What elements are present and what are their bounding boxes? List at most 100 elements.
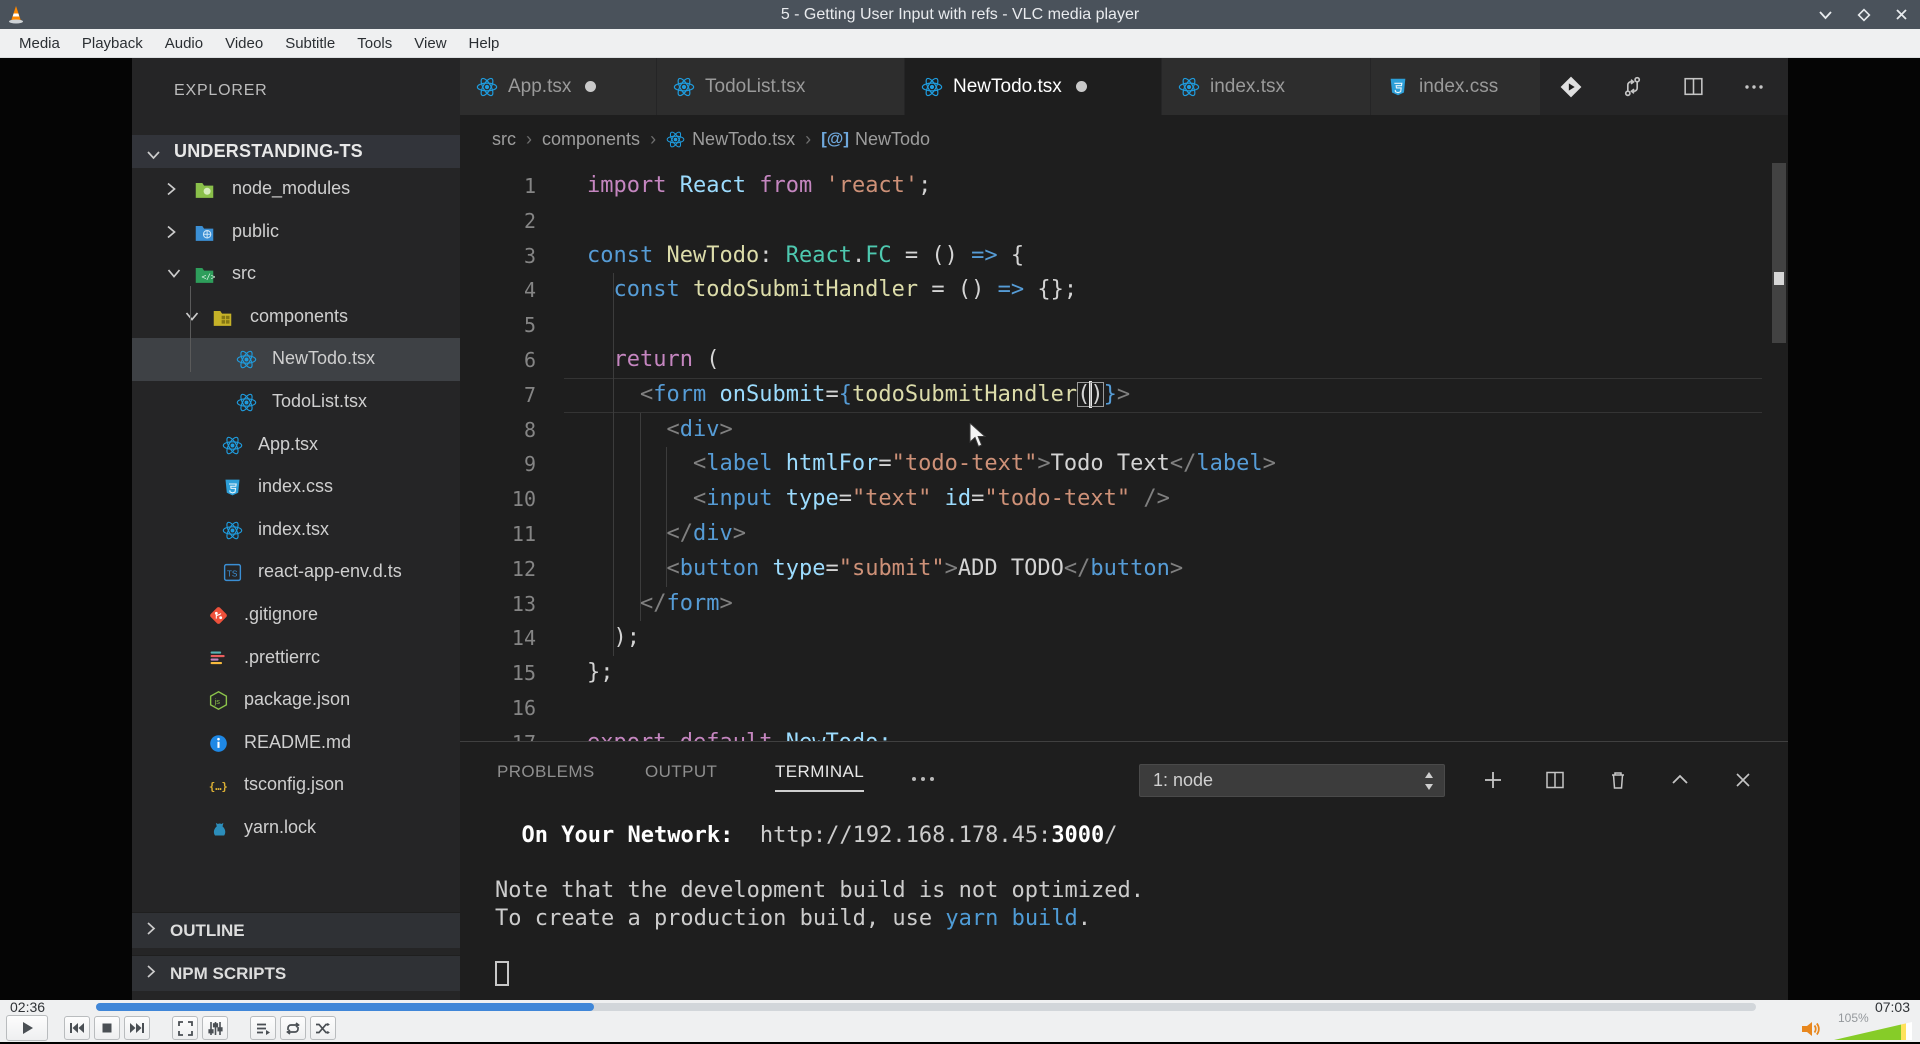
terminal-panel: PROBLEMS OUTPUT TERMINAL 1: node On Your N… bbox=[460, 741, 1788, 1000]
volume-slider[interactable]: 105% bbox=[1834, 1011, 1912, 1042]
tree-item-components[interactable]: components bbox=[132, 296, 460, 339]
tree-item--prettierrc[interactable]: .prettierrc bbox=[132, 637, 460, 680]
next-button[interactable] bbox=[124, 1016, 150, 1040]
more-actions-icon[interactable] bbox=[1742, 75, 1766, 99]
vlc-controls-bar: 02:36 07:03 105% bbox=[0, 999, 1920, 1044]
tree-item-src[interactable]: </> src bbox=[132, 253, 460, 296]
breadcrumb-item-src[interactable]: src bbox=[492, 129, 516, 150]
sidebar-section-npm-scripts[interactable]: NPM SCRIPTS bbox=[132, 955, 460, 991]
modified-dot-icon[interactable] bbox=[1075, 81, 1087, 92]
tree-item-readme-md[interactable]: README.md bbox=[132, 722, 460, 765]
fullscreen-button[interactable] bbox=[172, 1016, 198, 1040]
tab-label: index.tsx bbox=[1210, 75, 1285, 97]
tree-item-index-css[interactable]: index.css bbox=[132, 466, 460, 509]
stop-button[interactable] bbox=[94, 1016, 120, 1040]
terminal-output[interactable]: On Your Network: http://192.168.178.45:3… bbox=[495, 822, 1144, 987]
seek-bar[interactable] bbox=[96, 1003, 1756, 1011]
tree-item-label: App.tsx bbox=[258, 433, 319, 454]
tree-item-yarn-lock[interactable]: yarn.lock bbox=[132, 807, 460, 850]
kill-terminal-icon[interactable] bbox=[1606, 768, 1630, 797]
split-terminal-icon[interactable] bbox=[1543, 768, 1567, 797]
code-editor[interactable]: 1 import React from 'react'; 2 3 const NewTo… bbox=[460, 163, 1788, 741]
tree-item-newtodo-tsx[interactable]: NewTodo.tsx bbox=[132, 338, 460, 381]
css-icon bbox=[1387, 76, 1409, 98]
line-number: 6 bbox=[523, 348, 536, 372]
folder-src-icon: </> bbox=[194, 264, 215, 285]
menu-help[interactable]: Help bbox=[458, 29, 511, 58]
previous-button[interactable] bbox=[64, 1016, 90, 1040]
tree-item-index-tsx[interactable]: index.tsx bbox=[132, 509, 460, 552]
breadcrumb-separator: › bbox=[526, 128, 532, 149]
split-editor-icon[interactable] bbox=[1681, 74, 1706, 99]
sidebar-section-outline[interactable]: OUTLINE bbox=[132, 912, 460, 948]
panel-tab-problems[interactable]: PROBLEMS bbox=[497, 762, 595, 782]
chevron-down-icon bbox=[184, 309, 200, 327]
tree-item-todolist-tsx[interactable]: TodoList.tsx bbox=[132, 381, 460, 424]
code-line-13: </form> bbox=[639, 590, 733, 616]
random-button[interactable] bbox=[310, 1016, 336, 1040]
symbol-icon: [@] bbox=[821, 129, 850, 148]
chevron-down-icon bbox=[146, 144, 161, 165]
tree-item-label: package.json bbox=[244, 689, 351, 710]
ts-icon: TS bbox=[222, 562, 243, 583]
tab-newtodo-tsx[interactable]: NewTodo.tsx bbox=[905, 58, 1162, 115]
loop-button[interactable] bbox=[280, 1016, 306, 1040]
code-line-17: export default NewTodo; bbox=[587, 726, 892, 741]
open-changes-icon[interactable] bbox=[1558, 74, 1584, 100]
menu-tools[interactable]: Tools bbox=[346, 29, 403, 58]
modified-dot-icon[interactable] bbox=[585, 81, 597, 92]
menu-subtitle[interactable]: Subtitle bbox=[274, 29, 346, 58]
tree-item-react-app-env-d-ts[interactable]: TS react-app-env.d.ts bbox=[132, 551, 460, 594]
chevron-right-icon bbox=[146, 921, 156, 941]
new-terminal-icon[interactable] bbox=[1481, 768, 1505, 797]
menu-media[interactable]: Media bbox=[8, 29, 71, 58]
line-number: 10 bbox=[511, 487, 536, 512]
tree-item-label: index.tsx bbox=[258, 518, 330, 539]
tree-item-label: react-app-env.d.ts bbox=[258, 561, 402, 582]
tree-item-package-json[interactable]: js package.json bbox=[132, 679, 460, 722]
play-button[interactable] bbox=[6, 1015, 48, 1041]
workspace-header[interactable]: UNDERSTANDING-TS bbox=[132, 135, 460, 168]
terminal-line: On Your Network: http://192.168.178.45:3… bbox=[521, 823, 1118, 848]
react-icon bbox=[236, 349, 257, 370]
extended-settings-button[interactable] bbox=[202, 1016, 228, 1040]
tab-label: App.tsx bbox=[508, 75, 572, 97]
menu-playback[interactable]: Playback bbox=[71, 29, 154, 58]
svg-text:TS: TS bbox=[227, 569, 238, 579]
close-panel-icon[interactable] bbox=[1731, 768, 1755, 797]
panel-more-icon[interactable] bbox=[910, 772, 936, 790]
terminal-select[interactable]: 1: node bbox=[1139, 764, 1445, 797]
tree-item-node-modules[interactable]: node_modules bbox=[132, 168, 460, 211]
chevron-down-icon bbox=[166, 266, 182, 284]
editor-column: App.tsx TodoList.tsx NewTodo.tsx index.tsx i… bbox=[460, 58, 1788, 1000]
editor-scrollbar[interactable] bbox=[1772, 163, 1786, 343]
react-icon bbox=[666, 130, 685, 149]
volume-icon[interactable] bbox=[1800, 1019, 1822, 1044]
svg-text:{…}: {…} bbox=[209, 781, 228, 793]
tree-item-app-tsx[interactable]: App.tsx bbox=[132, 424, 460, 467]
menu-audio[interactable]: Audio bbox=[154, 29, 214, 58]
maximize-panel-icon[interactable] bbox=[1668, 768, 1692, 797]
editor-actions bbox=[1540, 58, 1788, 115]
menu-view[interactable]: View bbox=[403, 29, 457, 58]
tab-index-tsx[interactable]: index.tsx bbox=[1162, 58, 1371, 115]
panel-tab-terminal[interactable]: TERMINAL bbox=[775, 762, 865, 792]
tree-item-public[interactable]: public bbox=[132, 211, 460, 254]
menu-video[interactable]: Video bbox=[214, 29, 274, 58]
tree-item--gitignore[interactable]: .gitignore bbox=[132, 594, 460, 637]
tab-index-css[interactable]: index.css bbox=[1371, 58, 1546, 115]
tab-app-tsx[interactable]: App.tsx bbox=[460, 58, 657, 115]
breadcrumb-item-newtodo[interactable]: NewTodo bbox=[855, 129, 930, 150]
breadcrumb-item-components[interactable]: components bbox=[542, 129, 640, 150]
panel-tab-output[interactable]: OUTPUT bbox=[645, 762, 717, 782]
tab-todolist-tsx[interactable]: TodoList.tsx bbox=[657, 58, 905, 115]
video-area[interactable]: EXPLORER UNDERSTANDING-TS node_modules pu… bbox=[0, 58, 1920, 1000]
breadcrumb-item-newtodo-tsx[interactable]: NewTodo.tsx bbox=[692, 129, 795, 150]
react-icon bbox=[222, 520, 243, 541]
playlist-button[interactable] bbox=[250, 1016, 276, 1040]
minimize-button[interactable] bbox=[1818, 10, 1833, 20]
git-compare-icon[interactable] bbox=[1620, 74, 1645, 99]
tree-item-tsconfig-json[interactable]: {…} tsconfig.json bbox=[132, 764, 460, 807]
close-button[interactable] bbox=[1895, 8, 1908, 21]
maximize-button[interactable] bbox=[1857, 7, 1871, 22]
